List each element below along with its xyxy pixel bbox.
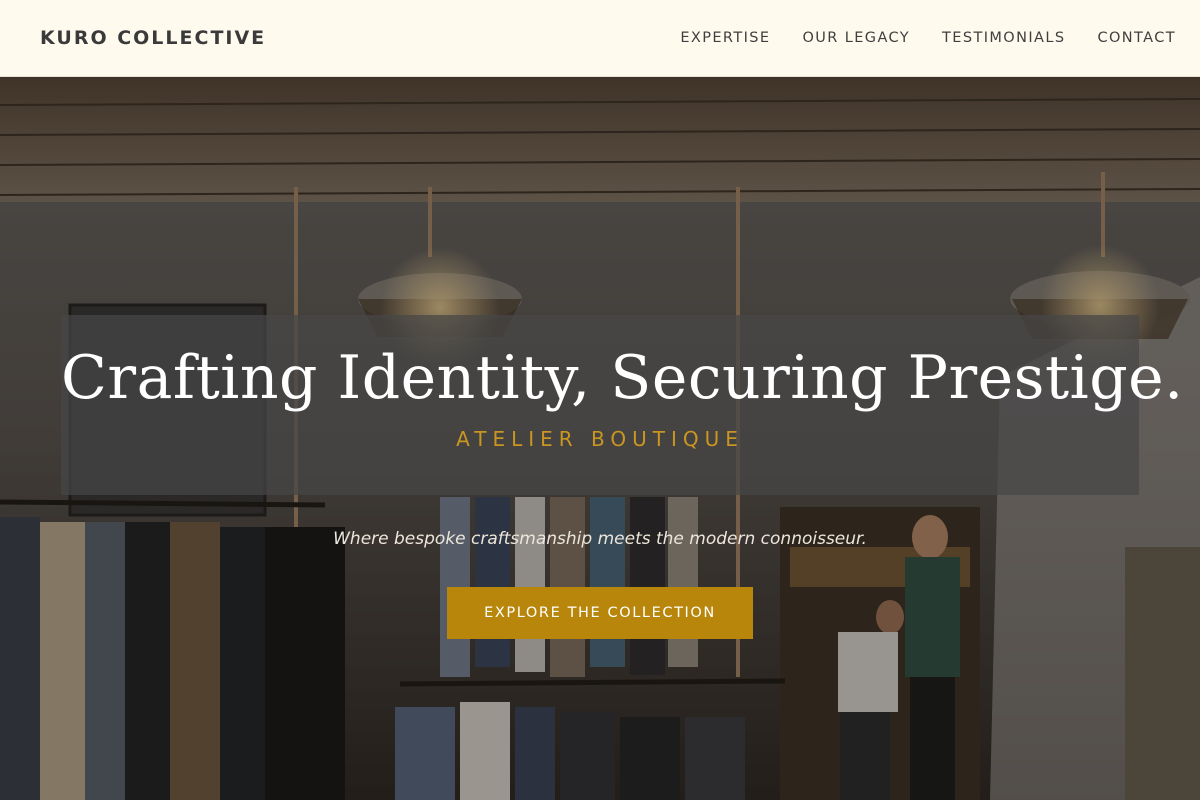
nav-link-contact[interactable]: CONTACT	[1097, 30, 1176, 46]
brand-logo[interactable]: KURO COLLECTIVE	[40, 27, 266, 49]
hero-subtitle: ATELIER BOUTIQUE	[456, 427, 744, 451]
nav-link-expertise[interactable]: EXPERTISE	[680, 30, 770, 46]
hero-tagline: Where bespoke craftsmanship meets the mo…	[333, 529, 867, 549]
hero-title: Crafting Identity, Securing Prestige.	[61, 343, 1184, 413]
nav-link-our-legacy[interactable]: OUR LEGACY	[802, 30, 910, 46]
hero-title-panel: Crafting Identity, Securing Prestige. AT…	[61, 315, 1184, 495]
main-nav: EXPERTISE OUR LEGACY TESTIMONIALS CONTAC…	[680, 30, 1176, 46]
hero-section: Crafting Identity, Securing Prestige. AT…	[0, 77, 1200, 800]
site-header: KURO COLLECTIVE EXPERTISE OUR LEGACY TES…	[0, 0, 1200, 77]
explore-collection-button[interactable]: EXPLORE THE COLLECTION	[447, 587, 753, 639]
nav-link-testimonials[interactable]: TESTIMONIALS	[942, 30, 1065, 46]
